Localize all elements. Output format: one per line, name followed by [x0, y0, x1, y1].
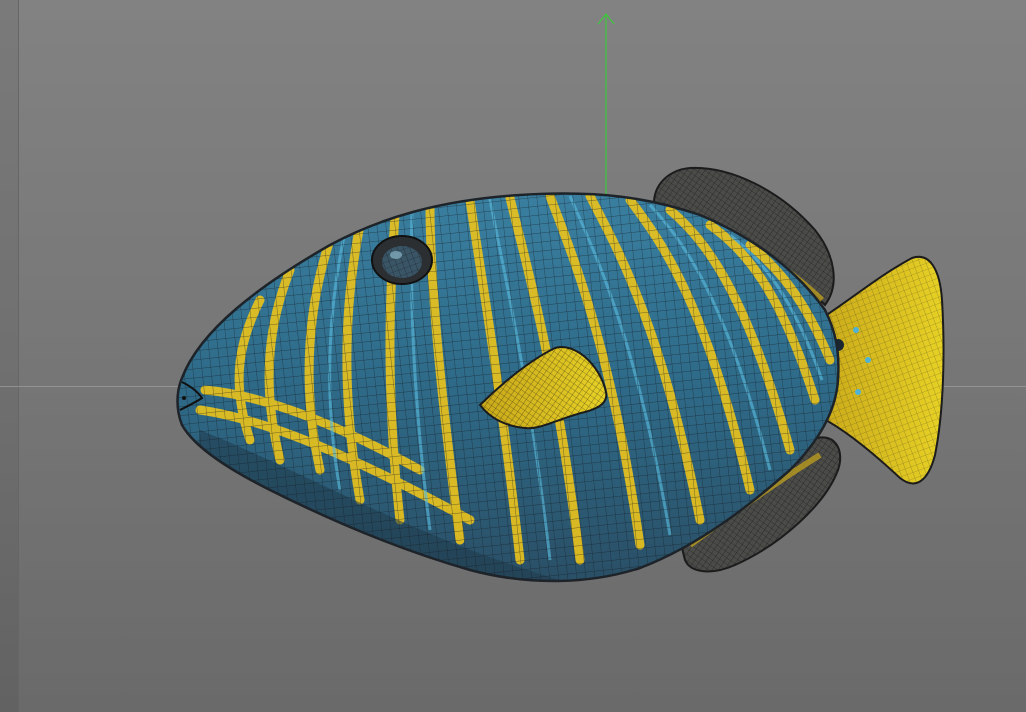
- viewport-scene[interactable]: [0, 0, 1026, 712]
- 3d-viewport[interactable]: [0, 0, 1026, 712]
- y-axis-gizmo[interactable]: [597, 13, 615, 194]
- eye-mesh: [371, 235, 433, 285]
